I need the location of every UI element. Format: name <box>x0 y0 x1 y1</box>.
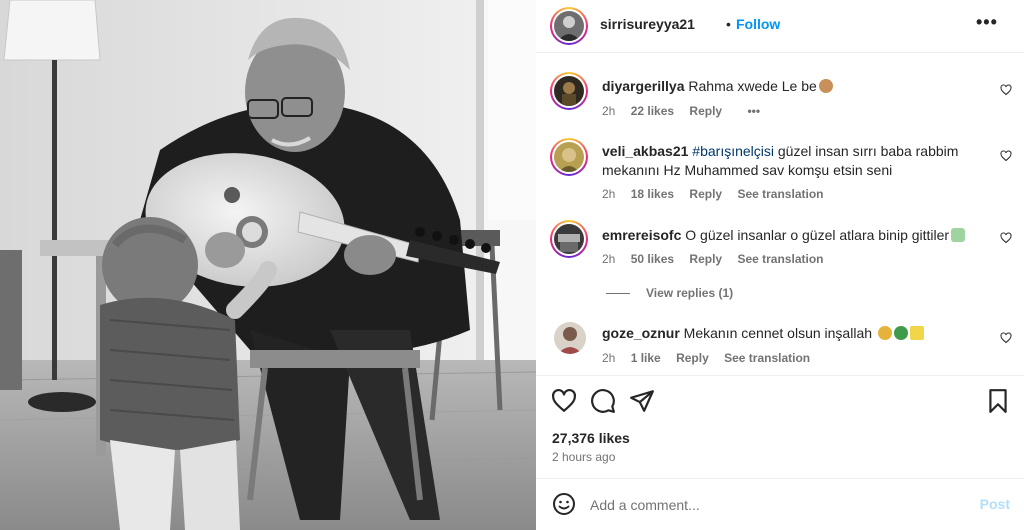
view-replies-label: View replies (1) <box>646 286 734 300</box>
comment-text: goze_oznur Mekanın cennet olsun inşallah <box>602 324 982 343</box>
see-translation-button[interactable]: See translation <box>737 187 823 201</box>
comment-text: diyargerillya Rahma xwede Le be <box>602 77 982 96</box>
comment-heart-icon[interactable] <box>1000 232 1012 244</box>
comment-body: Rahma xwede Le be <box>688 78 817 94</box>
header-separator: • <box>726 16 731 32</box>
commenter-avatar <box>554 142 584 172</box>
comment-composer: Post <box>536 478 1024 530</box>
reply-button[interactable]: Reply <box>689 104 722 118</box>
comment-heart-icon[interactable] <box>1000 332 1012 344</box>
comment-time: 2h <box>602 187 616 201</box>
comment-body: Mekanın cennet olsun inşallah <box>683 325 873 341</box>
post-actions-bar <box>536 375 1024 433</box>
comment-likes[interactable]: 1 like <box>631 351 661 365</box>
comment-body: O güzel insanlar o güzel atlara binip gi… <box>685 227 950 243</box>
commenter-avatar <box>554 76 584 106</box>
post-image <box>0 0 536 530</box>
likes-count[interactable]: 27,376 likes <box>552 430 630 446</box>
comment-text: veli_akbas21 #barışınelçisi güzel insan … <box>602 142 982 180</box>
comment-meta: 2h 50 likes Reply See translation <box>602 252 835 266</box>
follow-button[interactable]: Follow <box>736 16 780 32</box>
comment-text: emrereisofc O güzel insanlar o güzel atl… <box>602 226 982 245</box>
post-comment-button[interactable]: Post <box>980 496 1010 512</box>
see-translation-button[interactable]: See translation <box>724 351 810 365</box>
reply-button[interactable]: Reply <box>689 187 722 201</box>
more-options-icon[interactable]: ••• <box>976 12 998 33</box>
post-photo[interactable] <box>0 0 536 530</box>
post-header: sirrisureyya21 • Follow ••• <box>536 0 1024 53</box>
heart-icon[interactable] <box>551 388 577 414</box>
flower-emoji-icon <box>877 326 892 340</box>
rose-emoji-icon <box>893 326 908 340</box>
comment-time: 2h <box>602 351 616 365</box>
post-side-panel: sirrisureyya21 • Follow ••• diyargerilly… <box>536 0 1024 530</box>
commenter-avatar-ring[interactable] <box>550 220 588 258</box>
view-replies-button[interactable]: View replies (1) <box>606 286 733 300</box>
commenter-avatar <box>554 224 584 254</box>
reply-button[interactable]: Reply <box>676 351 709 365</box>
emoji-icon[interactable] <box>552 492 576 516</box>
author-avatar <box>554 11 584 41</box>
comment-heart-icon[interactable] <box>1000 84 1012 96</box>
comment-options-icon[interactable]: ••• <box>747 104 760 118</box>
hug-emoji-icon <box>818 79 833 93</box>
reply-button[interactable]: Reply <box>689 252 722 266</box>
comment-username[interactable]: diyargerillya <box>602 78 685 94</box>
dove-emoji-icon <box>951 228 966 242</box>
view-replies-line <box>606 293 630 295</box>
bookmark-icon[interactable] <box>985 388 1011 414</box>
comment-input[interactable] <box>590 493 950 517</box>
author-avatar-ring[interactable] <box>550 7 588 45</box>
commenter-avatar-ring[interactable] <box>550 72 588 110</box>
author-username[interactable]: sirrisureyya21 <box>600 16 695 32</box>
comment-meta: 2h 18 likes Reply See translation <box>602 187 835 201</box>
commenter-avatar-ring[interactable] <box>550 138 588 176</box>
comment-meta: 2h 1 like Reply See translation <box>602 351 822 365</box>
sparkles-emoji-icon <box>909 326 924 340</box>
comment-likes[interactable]: 22 likes <box>631 104 674 118</box>
see-translation-button[interactable]: See translation <box>737 252 823 266</box>
post-timestamp[interactable]: 2 hours ago <box>552 450 615 464</box>
comment-likes[interactable]: 18 likes <box>631 187 674 201</box>
commenter-avatar[interactable] <box>554 322 586 354</box>
comment-time: 2h <box>602 252 616 266</box>
share-icon[interactable] <box>629 388 655 414</box>
comment-username[interactable]: goze_oznur <box>602 325 680 341</box>
comment-hashtag[interactable]: #barışınelçisi <box>692 143 774 159</box>
comment-icon[interactable] <box>590 388 616 414</box>
comment-time: 2h <box>602 104 616 118</box>
comment-heart-icon[interactable] <box>1000 150 1012 162</box>
comment-likes[interactable]: 50 likes <box>631 252 674 266</box>
comment-username[interactable]: veli_akbas21 <box>602 143 688 159</box>
comment-meta: 2h 22 likes Reply ••• <box>602 104 772 118</box>
comment-username[interactable]: emrereisofc <box>602 227 681 243</box>
